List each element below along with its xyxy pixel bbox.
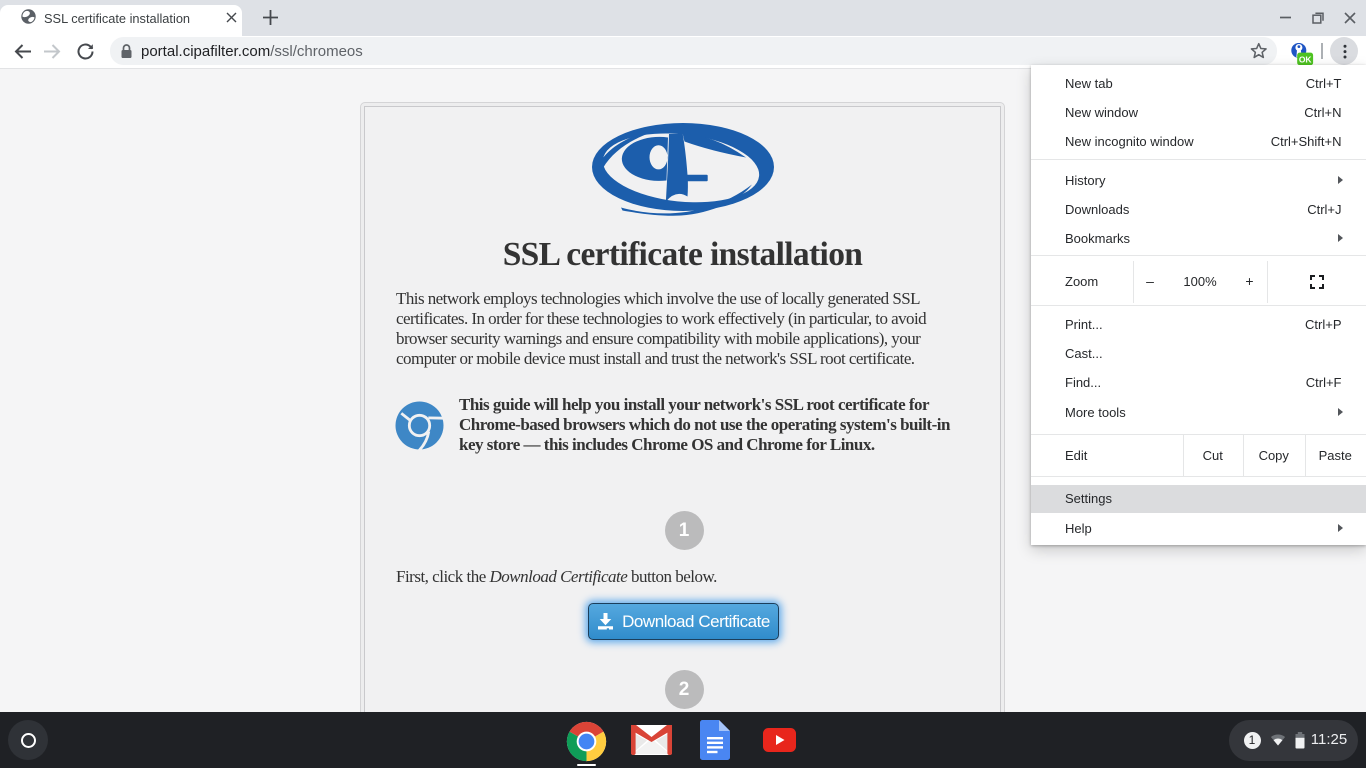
svg-text:OK: OK xyxy=(1299,54,1313,64)
